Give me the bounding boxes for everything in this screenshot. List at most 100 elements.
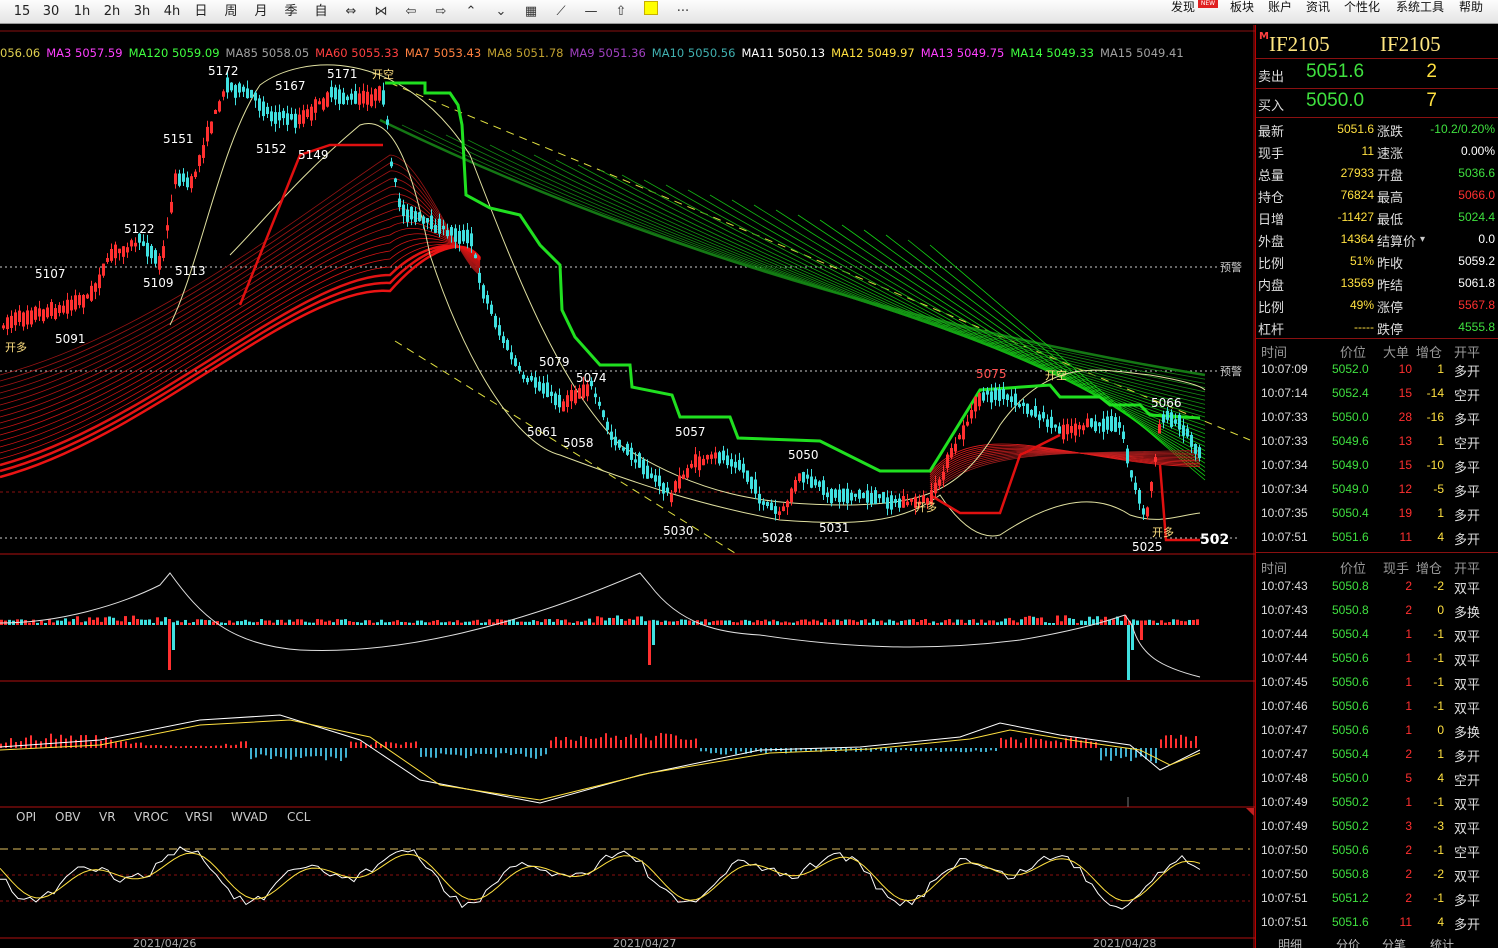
- period-2h[interactable]: 2h: [100, 1, 124, 22]
- expand-icon[interactable]: ⇔: [340, 2, 362, 22]
- trade-row[interactable]: 10:07:46 5050.6 1 -1 双平: [1256, 695, 1498, 719]
- arrow-up-icon[interactable]: ⌃: [460, 2, 482, 22]
- candle-body: [122, 246, 125, 257]
- trade-row[interactable]: 10:07:51 5051.2 2 -1 多平: [1256, 887, 1498, 911]
- volume-bar: [368, 620, 371, 625]
- stat-value: 0.0: [1478, 232, 1495, 246]
- tab-vroc[interactable]: VROC: [134, 810, 168, 824]
- macd-bar: [1125, 748, 1127, 757]
- candle-body: [54, 308, 57, 320]
- menu-news[interactable]: 资讯: [1306, 0, 1330, 14]
- contract-code[interactable]: IF2105: [1269, 32, 1330, 57]
- menu-discover[interactable]: 发现: [1171, 0, 1195, 14]
- orderbook-buy-row[interactable]: 买入 5050.0 7: [1256, 89, 1498, 117]
- candle-body: [1042, 412, 1045, 419]
- candle-body: [746, 470, 749, 482]
- candle-body: [142, 241, 145, 246]
- trade-row[interactable]: 10:07:45 5050.6 1 -1 双平: [1256, 671, 1498, 695]
- volume-bar: [760, 621, 763, 625]
- trade-qty: 15: [1398, 386, 1412, 400]
- volume-bar: [516, 621, 519, 625]
- tab-ccl[interactable]: CCL: [287, 810, 311, 824]
- candle-body: [694, 454, 697, 468]
- tab-tick[interactable]: 分笔: [1382, 936, 1406, 948]
- color-swatch[interactable]: [644, 1, 658, 15]
- period-day[interactable]: 日: [192, 1, 210, 22]
- trade-row[interactable]: 10:07:51 5051.6 11 4 多开: [1256, 911, 1498, 935]
- draw-line-icon[interactable]: ⟋: [550, 2, 572, 22]
- home-icon[interactable]: ⇧: [610, 2, 632, 22]
- trade-row[interactable]: 10:07:49 5050.2 1 -1 双平: [1256, 791, 1498, 815]
- trade-row[interactable]: 10:07:14 5052.4 15 -14 空开: [1256, 382, 1498, 406]
- trade-row[interactable]: 10:07:35 5050.4 19 1 多开: [1256, 502, 1498, 526]
- candle-body: [542, 383, 545, 394]
- candle-body: [850, 492, 853, 501]
- trade-row[interactable]: 10:07:48 5050.0 5 4 空开: [1256, 767, 1498, 791]
- menu-help[interactable]: 帮助: [1459, 0, 1483, 14]
- volume-bar: [300, 619, 303, 625]
- trade-row[interactable]: 10:07:43 5050.8 2 -2 双平: [1256, 575, 1498, 599]
- trade-row[interactable]: 10:07:33 5049.6 13 1 空开: [1256, 430, 1498, 454]
- period-month[interactable]: 月: [252, 1, 270, 22]
- shrink-icon[interactable]: ⋈: [370, 2, 392, 22]
- volume-bar: [628, 618, 631, 625]
- trade-row[interactable]: 10:07:09 5052.0 10 1 多开: [1256, 358, 1498, 382]
- trade-row[interactable]: 10:07:50 5050.6 2 -1 空平: [1256, 839, 1498, 863]
- tab-obv[interactable]: OBV: [55, 810, 81, 824]
- volume-bar: [796, 621, 799, 625]
- orderbook-sell-row[interactable]: 卖出 5051.6 2: [1256, 60, 1498, 88]
- volume-bar: [780, 622, 783, 625]
- trade-row[interactable]: 10:07:44 5050.6 1 -1 双平: [1256, 647, 1498, 671]
- dropdown-icon[interactable]: ▾: [1420, 234, 1425, 245]
- volume-bar: [768, 621, 771, 625]
- volume-bars: [0, 615, 1199, 680]
- trade-row[interactable]: 10:07:50 5050.8 2 -2 双平: [1256, 863, 1498, 887]
- buy-price: 5050.0: [1306, 90, 1365, 111]
- macd-bar: [15, 741, 17, 748]
- trade-row[interactable]: 10:07:47 5050.6 1 0 多换: [1256, 719, 1498, 743]
- macd-bar: [525, 748, 527, 757]
- kline-chart-svg[interactable]: 预警 预警 5172 5167 5171 5151 5152 5149 5122…: [0, 25, 1255, 948]
- tab-vrsi[interactable]: VRSI: [185, 810, 213, 824]
- arrow-left-icon[interactable]: ⇦: [400, 2, 422, 22]
- horizontal-line-icon[interactable]: —: [580, 2, 602, 22]
- trade-row[interactable]: 10:07:43 5050.8 2 0 多换: [1256, 599, 1498, 623]
- menu-system-tools[interactable]: 系统工具: [1396, 0, 1444, 14]
- kline-chart-area[interactable]: 预警 预警 5172 5167 5171 5151 5152 5149 5122…: [0, 25, 1255, 948]
- tab-vr[interactable]: VR: [99, 810, 116, 824]
- volume-bar: [672, 621, 675, 625]
- contract-code-alt[interactable]: IF2105: [1380, 32, 1441, 57]
- trade-row[interactable]: 10:07:34 5049.0 12 -5 多平: [1256, 478, 1498, 502]
- arrow-down-icon[interactable]: ⌄: [490, 2, 512, 22]
- macd-bar: [395, 743, 397, 748]
- trade-row[interactable]: 10:07:51 5051.6 11 4 多开: [1256, 526, 1498, 550]
- grid-icon[interactable]: ▦: [520, 2, 542, 22]
- trade-row[interactable]: 10:07:49 5050.2 3 -3 双平: [1256, 815, 1498, 839]
- period-quarter[interactable]: 季: [282, 1, 300, 22]
- trade-row[interactable]: 10:07:34 5049.0 15 -10 多平: [1256, 454, 1498, 478]
- arrow-right-icon[interactable]: ⇨: [430, 2, 452, 22]
- tab-wvad[interactable]: WVAD: [231, 810, 268, 824]
- macd-bar: [555, 736, 557, 748]
- period-week[interactable]: 周: [222, 1, 240, 22]
- period-4h[interactable]: 4h: [160, 1, 184, 22]
- tab-price-dist[interactable]: 分价: [1336, 936, 1360, 948]
- trade-row[interactable]: 10:07:44 5050.4 1 -1 双平: [1256, 623, 1498, 647]
- trade-row[interactable]: 10:07:33 5050.0 28 -16 多平: [1256, 406, 1498, 430]
- period-1h[interactable]: 1h: [70, 1, 94, 22]
- menu-account[interactable]: 账户: [1268, 0, 1292, 14]
- tab-opi[interactable]: OPI: [16, 810, 36, 824]
- period-3h[interactable]: 3h: [130, 1, 154, 22]
- menu-sectors[interactable]: 板块: [1230, 0, 1254, 14]
- period-15[interactable]: 15: [12, 1, 32, 22]
- menu-personalize[interactable]: 个性化: [1344, 0, 1380, 14]
- tab-stats[interactable]: 统计: [1430, 936, 1454, 948]
- tab-detail[interactable]: 明细: [1278, 936, 1302, 948]
- candle-body: [1118, 422, 1121, 428]
- volume-bar: [688, 620, 691, 625]
- more-icon[interactable]: ···: [672, 2, 694, 22]
- period-30[interactable]: 30: [40, 1, 62, 22]
- period-custom[interactable]: 自: [312, 1, 330, 22]
- macd-bar: [915, 748, 917, 752]
- trade-row[interactable]: 10:07:47 5050.4 2 1 多开: [1256, 743, 1498, 767]
